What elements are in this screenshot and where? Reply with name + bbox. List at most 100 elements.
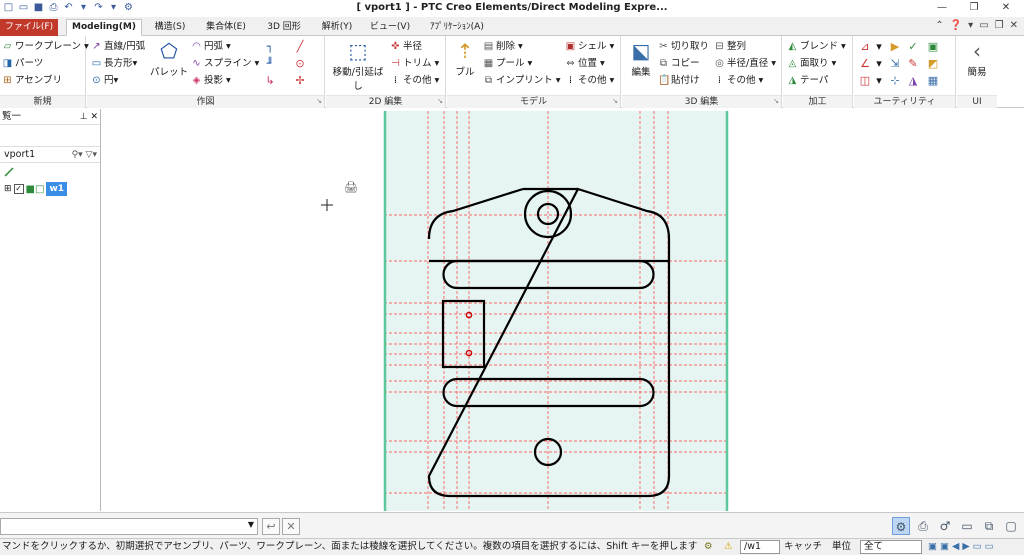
section-icon[interactable]: ◫ — [858, 74, 872, 88]
shell-command[interactable]: ▣ シェル ▾ — [565, 39, 615, 55]
circle-command[interactable]: ⊙ 円▾ — [91, 73, 118, 89]
window-restore-icon[interactable]: ❐ — [995, 20, 1004, 31]
axis-icon[interactable]: ⊹ — [888, 74, 902, 88]
paste-command[interactable]: 📋貼付け — [658, 73, 700, 89]
orient-icon[interactable]: ♂ — [936, 517, 954, 535]
utility-dropdown-icon-3[interactable]: ▾ — [872, 74, 886, 88]
chevron-down-icon[interactable]: ▼ — [248, 520, 254, 529]
3d-other-command[interactable]: ⁞ その他 ▾ — [714, 73, 763, 89]
warning-icon[interactable]: ⚠ — [724, 539, 733, 555]
rectangle-command[interactable]: ▭ 長方形▾ — [91, 56, 138, 72]
tab-modeling[interactable]: Modeling(M) — [66, 19, 142, 36]
palette-button[interactable]: ⬠ パレット — [149, 40, 189, 78]
delete-command[interactable]: ▤ 削除 ▾ — [483, 39, 523, 55]
filter-icon[interactable]: ⚲▾ ▽▾ — [72, 147, 97, 163]
copy-command[interactable]: ⧉ コピー — [658, 56, 700, 72]
move-stretch-button[interactable]: ⬚ 移動/引延ばし — [328, 40, 388, 92]
fillet-icon[interactable]: ╜ — [263, 57, 277, 71]
blend-command[interactable]: ◭ ブレンド ▾ — [787, 39, 846, 55]
tab-structure[interactable]: 構造(S) — [146, 19, 194, 36]
utility-dropdown-icon-2[interactable]: ▾ — [872, 57, 886, 71]
render-icon[interactable]: ◩ — [926, 57, 940, 71]
tab-assembly[interactable]: 集合体(E) — [198, 19, 254, 36]
radius-diameter-command[interactable]: ◎ 半径/直径 ▾ — [714, 56, 776, 72]
measure-icon[interactable]: ⊿ — [858, 40, 872, 54]
help-dropdown-icon[interactable]: ▾ — [968, 20, 973, 31]
restore-icon[interactable]: ❐ — [958, 0, 990, 15]
imprint-command[interactable]: ⧉ インプリント ▾ — [483, 73, 561, 89]
flag-icon[interactable]: ▶ — [888, 40, 902, 54]
corner-icon[interactable]: ┐ — [263, 40, 277, 54]
drawing-svg[interactable]: 🖨 — [102, 111, 1024, 511]
radius-command[interactable]: ✜ 半径 — [390, 39, 422, 55]
minimize-icon[interactable]: — — [926, 0, 958, 15]
printer-icon[interactable]: ⎙ — [914, 517, 932, 535]
assembly-command[interactable]: ⊞ アセンブリ — [2, 73, 62, 89]
ribbon-collapse-icon[interactable]: ⌃ — [935, 20, 943, 31]
expand-icon[interactable]: ⊞ — [4, 184, 12, 194]
cut-command[interactable]: ✂ 切り取り — [658, 39, 709, 55]
color-box-icon[interactable]: ▣ — [926, 40, 940, 54]
line-arc-command[interactable]: ↗ 直線/円弧 — [91, 39, 145, 55]
tab-application[interactable]: ｱﾌﾟﾘｹｰｼｮﾝ(A) — [420, 19, 494, 36]
unit-label[interactable]: 単位 — [832, 539, 851, 555]
window-close-icon[interactable]: ✕ — [1010, 20, 1018, 31]
filter-select[interactable]: 全て — [860, 540, 922, 554]
project-command[interactable]: ◈ 投影 ▾ — [191, 73, 231, 89]
enter-icon[interactable]: ↩ — [262, 518, 280, 535]
cancel-icon[interactable]: ✕ — [282, 518, 300, 535]
construction-circle-icon[interactable]: ⊙ — [293, 57, 307, 71]
2d-other-command[interactable]: ⁞ その他 ▾ — [390, 73, 439, 89]
construction-cross-icon[interactable]: ✢ — [293, 74, 307, 88]
align-command[interactable]: ⊟ 整列 — [714, 39, 746, 55]
viewport-icon[interactable]: ▢ — [1002, 517, 1020, 535]
gear-select-icon[interactable]: ⚙ — [892, 517, 910, 535]
utility-dropdown-icon[interactable]: ▾ — [872, 40, 886, 54]
visibility-checkbox[interactable]: ✓ — [13, 184, 24, 194]
tab-view[interactable]: ビュー(V) — [364, 19, 416, 36]
construction-line-icon[interactable]: ╱ — [293, 40, 307, 54]
tree-item-label[interactable]: w1 — [46, 182, 68, 196]
group-new: ▱ ワークプレーン ▾ ◨ パーツ ⊞ アセンブリ 新規 — [0, 36, 89, 108]
close-icon[interactable]: ✕ — [990, 0, 1022, 15]
browser-pin-close-icon[interactable]: ⊥ ✕ — [80, 109, 98, 125]
spline-command[interactable]: ∿ スプライン ▾ — [191, 56, 259, 72]
simple-mode-button[interactable]: ‹ 簡易 — [961, 40, 993, 78]
workplane-command[interactable]: ▱ ワークプレーン ▾ — [2, 39, 89, 55]
tab-analysis[interactable]: 解析(Y) — [314, 19, 360, 36]
tab-3d[interactable]: 3D 回形 — [258, 19, 310, 36]
triangle-tool-icon[interactable]: ◮ — [906, 74, 920, 88]
pool-command[interactable]: ▦ プール ▾ — [483, 56, 533, 72]
angle-icon[interactable]: ∠ — [858, 57, 872, 71]
launcher-icon[interactable]: ↘ — [316, 95, 322, 107]
group-2d-edit: ⬚ 移動/引延ばし ✜ 半径 ⊣ トリム ▾ ⁞ その他 ▾ 2D 編集 ↘ — [326, 36, 446, 108]
group-3d-edit: ⬕ 編集 ✂ 切り取り ⧉ コピー 📋貼付け ⊟ 整列 ◎ 半径/直径 ▾ ⁞ その他 ▾ … — [622, 36, 782, 108]
chamfer-command[interactable]: ◬ 面取り ▾ — [787, 56, 837, 72]
layout-icon[interactable]: ⧉ — [980, 517, 998, 535]
taper-command[interactable]: ◮ テーパ — [787, 73, 829, 89]
position-command[interactable]: ⇔ 位置 ▾ — [565, 56, 605, 72]
trim-command[interactable]: ⊣ トリム ▾ — [390, 56, 439, 72]
command-input[interactable]: ▼ — [0, 518, 258, 535]
model-other-command[interactable]: ⁞ その他 ▾ — [565, 73, 614, 89]
window-icon[interactable]: ▭ — [958, 517, 976, 535]
pull-button[interactable]: ⇡ ブル — [449, 40, 481, 78]
window-min-icon[interactable]: ▭ — [979, 20, 988, 31]
launcher-icon[interactable]: ↘ — [437, 95, 443, 107]
tool-icon[interactable]: ✎ — [906, 57, 920, 71]
edit-button[interactable]: ⬕ 編集 — [626, 40, 656, 78]
grid-icon[interactable]: ▦ — [926, 74, 940, 88]
launcher-icon[interactable]: ↘ — [773, 95, 779, 107]
catch-label[interactable]: キャッチ — [784, 539, 822, 555]
dimension-icon[interactable]: ⇲ — [888, 57, 902, 71]
viewport-canvas[interactable]: 🖨 — [102, 111, 1024, 511]
launcher-icon[interactable]: ↘ — [612, 95, 618, 107]
check-icon[interactable]: ✓ — [906, 40, 920, 54]
arc-command[interactable]: ◠ 円弧 ▾ — [191, 39, 231, 55]
offset-icon[interactable]: ↳ — [263, 74, 277, 88]
tree-item[interactable]: ⊞ ✓ ■□ w1 — [4, 181, 68, 197]
status-tools-icons[interactable]: ▣ ▣ ◀ ▶ ▭ ▭ — [928, 539, 994, 555]
part-command[interactable]: ◨ パーツ — [2, 56, 44, 72]
tab-file[interactable]: ファイル(F) — [0, 19, 58, 36]
help-icon[interactable]: ❓ — [950, 20, 962, 31]
